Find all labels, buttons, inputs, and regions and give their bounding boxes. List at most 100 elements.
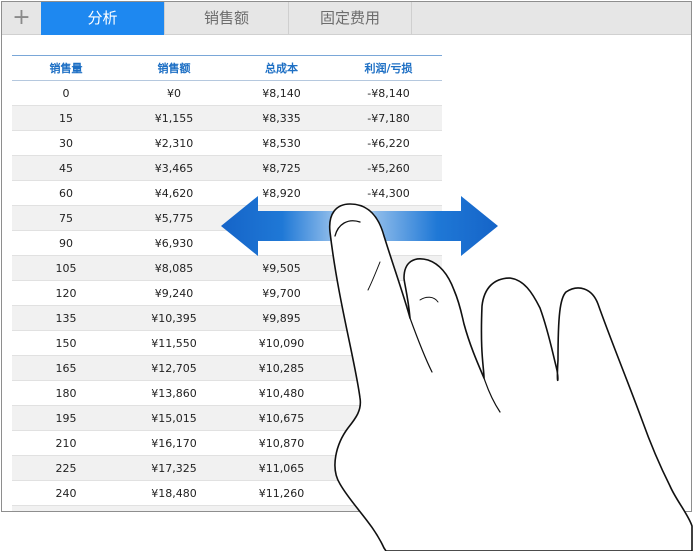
table-cell[interactable] xyxy=(335,480,442,506)
table-row[interactable]: 150 ¥11,550 ¥10,090 xyxy=(12,330,442,356)
table-row[interactable]: 120 ¥9,240 ¥9,700 xyxy=(12,280,442,306)
table-cell[interactable]: -¥6,220 xyxy=(335,130,442,156)
table-cell[interactable] xyxy=(335,380,442,406)
tab-analysis[interactable]: 分析 xyxy=(41,2,164,35)
column-header[interactable]: 销售额 xyxy=(120,55,228,81)
table-cell[interactable]: -¥8,140 xyxy=(335,80,442,106)
table-cell[interactable]: ¥12,705 xyxy=(120,355,228,381)
table-cell[interactable] xyxy=(335,230,442,256)
table-cell[interactable]: ¥10,870 xyxy=(228,430,335,456)
table-cell[interactable]: 90 xyxy=(12,230,120,256)
table-cell[interactable]: ¥19,635 xyxy=(120,505,228,511)
tab-fixed-costs[interactable]: 固定费用 xyxy=(288,2,412,35)
table-cell[interactable] xyxy=(335,355,442,381)
table-cell[interactable] xyxy=(228,205,335,231)
table-cell[interactable] xyxy=(335,280,442,306)
table-cell[interactable]: ¥0 xyxy=(120,80,228,106)
table-row[interactable]: 195 ¥15,015 ¥10,675 xyxy=(12,405,442,431)
table-cell[interactable]: ¥9,700 xyxy=(228,280,335,306)
table-row[interactable]: 180 ¥13,860 ¥10,480 xyxy=(12,380,442,406)
table-row[interactable]: 165 ¥12,705 ¥10,285 xyxy=(12,355,442,381)
table-cell[interactable]: 30 xyxy=(12,130,120,156)
add-sheet-button[interactable]: + xyxy=(2,2,41,35)
table-row[interactable]: 240 ¥18,480 ¥11,260 xyxy=(12,480,442,506)
table-cell[interactable]: ¥9,895 xyxy=(228,305,335,331)
table-row[interactable]: 210 ¥16,170 ¥10,870 xyxy=(12,430,442,456)
table-cell[interactable]: 75 xyxy=(12,205,120,231)
table-row[interactable]: 255¥19,635¥11,455 xyxy=(12,505,442,511)
tab-sales[interactable]: 销售额 xyxy=(164,2,288,35)
table-row[interactable]: 15 ¥1,155 ¥8,335 -¥7,180 xyxy=(12,105,442,131)
table-cell[interactable]: ¥10,285 xyxy=(228,355,335,381)
table-cell[interactable]: ¥6,930 xyxy=(120,230,228,256)
table-cell[interactable] xyxy=(335,305,442,331)
table-cell[interactable]: ¥8,530 xyxy=(228,130,335,156)
table-cell[interactable]: ¥18,480 xyxy=(120,480,228,506)
table-cell[interactable] xyxy=(335,205,442,231)
table-cell[interactable]: ¥16,170 xyxy=(120,430,228,456)
table-cell[interactable]: ¥11,065 xyxy=(228,455,335,481)
table-row[interactable]: 0 ¥0 ¥8,140 -¥8,140 xyxy=(12,80,442,106)
table-row[interactable]: 60 ¥4,620 ¥8,920 -¥4,300 xyxy=(12,180,442,206)
table-cell[interactable]: ¥8,920 xyxy=(228,180,335,206)
column-header[interactable]: 总成本 xyxy=(228,55,335,81)
table-cell[interactable]: ¥8,140 xyxy=(228,80,335,106)
table-cell[interactable]: 180 xyxy=(12,380,120,406)
breakeven-table[interactable]: 销售量 销售额 总成本 利润/亏损 0 ¥0 ¥8,140 -¥8,140 15 ¥1,1… xyxy=(12,55,442,511)
table-cell[interactable]: ¥10,090 xyxy=(228,330,335,356)
column-header[interactable]: 利润/亏损 xyxy=(335,55,442,81)
table-cell[interactable]: ¥9,240 xyxy=(120,280,228,306)
table-cell[interactable]: 135 xyxy=(12,305,120,331)
table-cell[interactable] xyxy=(228,230,335,256)
table-cell[interactable]: ¥8,335 xyxy=(228,105,335,131)
table-row[interactable]: 75 ¥5,775 xyxy=(12,205,442,231)
table-row[interactable]: 30 ¥2,310 ¥8,530 -¥6,220 xyxy=(12,130,442,156)
table-cell[interactable]: ¥10,675 xyxy=(228,405,335,431)
table-cell[interactable]: 150 xyxy=(12,330,120,356)
table-cell[interactable]: 240 xyxy=(12,480,120,506)
table-cell[interactable]: 45 xyxy=(12,155,120,181)
spreadsheet-window: + 分析 销售额 固定费用 销售量 销售额 总成本 利润/亏损 0 ¥0 ¥8,14… xyxy=(1,1,692,512)
table-cell[interactable]: -¥4,300 xyxy=(335,180,442,206)
table-cell[interactable]: ¥3,465 xyxy=(120,155,228,181)
table-cell[interactable]: ¥9,505 xyxy=(228,255,335,281)
table-cell[interactable]: -¥7,180 xyxy=(335,105,442,131)
table-cell[interactable]: ¥11,455 xyxy=(228,505,335,511)
table-cell[interactable]: 105 xyxy=(12,255,120,281)
table-row[interactable]: 45 ¥3,465 ¥8,725 -¥5,260 xyxy=(12,155,442,181)
table-cell[interactable]: ¥8,085 xyxy=(120,255,228,281)
table-cell[interactable]: 225 xyxy=(12,455,120,481)
table-cell[interactable]: ¥1,155 xyxy=(120,105,228,131)
table-row[interactable]: 105 ¥8,085 ¥9,505 xyxy=(12,255,442,281)
table-cell[interactable]: 120 xyxy=(12,280,120,306)
table-cell[interactable]: 15 xyxy=(12,105,120,131)
table-cell[interactable]: ¥11,550 xyxy=(120,330,228,356)
table-row[interactable]: 90 ¥6,930 xyxy=(12,230,442,256)
column-header[interactable]: 销售量 xyxy=(12,55,120,81)
table-cell[interactable]: 255 xyxy=(12,505,120,511)
table-cell[interactable] xyxy=(335,330,442,356)
table-cell[interactable]: ¥10,480 xyxy=(228,380,335,406)
table-cell[interactable]: ¥2,310 xyxy=(120,130,228,156)
table-cell[interactable]: 60 xyxy=(12,180,120,206)
table-cell[interactable]: 165 xyxy=(12,355,120,381)
table-cell[interactable]: ¥4,620 xyxy=(120,180,228,206)
table-cell[interactable]: 0 xyxy=(12,80,120,106)
table-cell[interactable]: ¥11,260 xyxy=(228,480,335,506)
table-cell[interactable] xyxy=(335,455,442,481)
table-cell[interactable]: ¥15,015 xyxy=(120,405,228,431)
table-cell[interactable] xyxy=(335,255,442,281)
table-cell[interactable]: 195 xyxy=(12,405,120,431)
table-cell[interactable]: ¥10,395 xyxy=(120,305,228,331)
table-row[interactable]: 135 ¥10,395 ¥9,895 xyxy=(12,305,442,331)
table-cell[interactable]: 210 xyxy=(12,430,120,456)
table-row[interactable]: 225 ¥17,325 ¥11,065 xyxy=(12,455,442,481)
table-cell[interactable] xyxy=(335,405,442,431)
table-cell[interactable]: ¥8,725 xyxy=(228,155,335,181)
table-cell[interactable]: ¥5,775 xyxy=(120,205,228,231)
table-cell[interactable] xyxy=(335,505,442,511)
table-cell[interactable]: ¥13,860 xyxy=(120,380,228,406)
table-cell[interactable]: -¥5,260 xyxy=(335,155,442,181)
table-cell[interactable] xyxy=(335,430,442,456)
table-cell[interactable]: ¥17,325 xyxy=(120,455,228,481)
